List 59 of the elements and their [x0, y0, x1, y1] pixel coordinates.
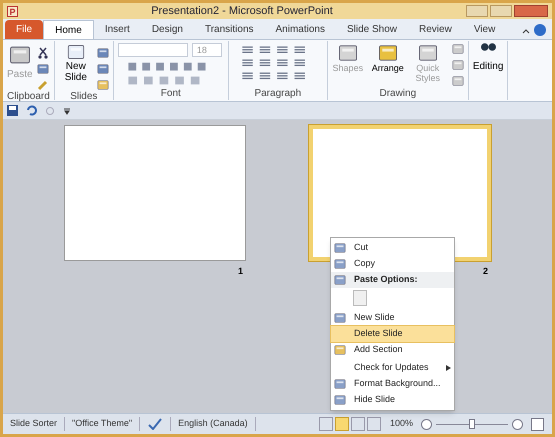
ribbon-tab[interactable]: Review — [408, 20, 463, 39]
theme-name: "Office Theme" — [65, 417, 140, 431]
menu-item[interactable]: Hide Slide — [331, 392, 454, 408]
zoom-in-button[interactable] — [512, 418, 523, 430]
undo-icon — [26, 105, 37, 116]
ribbon-tab[interactable]: Animations — [264, 20, 336, 39]
ribbon-tab[interactable]: File — [5, 20, 44, 39]
menu-header: Paste Options: — [331, 272, 454, 288]
ribbon-tab[interactable]: Slide Show — [336, 20, 408, 39]
menu-item[interactable]: Cut — [331, 240, 454, 256]
maximize-button[interactable] — [490, 5, 512, 17]
zoom-slider-thumb[interactable] — [469, 419, 475, 429]
brush-icon — [36, 79, 49, 91]
paste-option-button[interactable] — [353, 290, 367, 306]
binoculars-icon — [480, 43, 496, 51]
app-logo: P — [7, 6, 18, 16]
menu-item[interactable]: Delete Slide — [331, 326, 454, 342]
view-button[interactable] — [350, 417, 365, 431]
save-icon — [7, 105, 18, 116]
menu-item[interactable]: Copy — [331, 256, 454, 272]
close-button[interactable] — [514, 5, 548, 17]
window-title: Presentation2 - Microsoft PowerPoint — [150, 4, 334, 19]
group-label: Drawing — [378, 88, 418, 100]
slide-thumbnail[interactable] — [64, 125, 246, 261]
spelling-icon — [148, 418, 162, 430]
new-slide-button[interactable]: New Slide — [58, 61, 93, 83]
view-button[interactable] — [334, 417, 349, 431]
slide-number: 1 — [238, 265, 243, 278]
ribbon-tab[interactable]: Design — [140, 20, 194, 39]
zoom-out-button[interactable] — [421, 418, 432, 430]
group-label: Paragraph — [253, 88, 302, 100]
ribbon-tab[interactable]: Home — [43, 20, 94, 39]
view-button[interactable] — [366, 417, 381, 431]
help-icon — [534, 24, 546, 36]
fit-button[interactable] — [531, 418, 544, 430]
zoom-level: 100% — [390, 417, 413, 430]
view-name: Slide Sorter — [3, 417, 66, 431]
drawing-button[interactable]: Arrange — [372, 63, 404, 73]
menu-item[interactable]: Check for Updates — [331, 360, 454, 376]
font-name-field[interactable] — [118, 43, 188, 57]
minimize-button[interactable] — [466, 5, 488, 17]
ribbon-tab[interactable]: View — [462, 20, 506, 39]
menu-item[interactable]: Add Section — [331, 342, 454, 358]
zoom-slider[interactable] — [436, 418, 508, 430]
language: English (Canada) — [170, 417, 256, 431]
group-label: Slides — [69, 91, 98, 103]
group-label: Font — [160, 88, 182, 100]
submenu-arrow-icon — [446, 365, 451, 371]
collapse-icon — [522, 27, 530, 35]
redo-icon — [45, 106, 55, 116]
editing-button[interactable]: Editing — [472, 59, 504, 74]
ribbon-tab[interactable]: Insert — [94, 20, 141, 39]
menu-item[interactable]: Format Background... — [331, 376, 454, 392]
group-label: Clipboard — [7, 91, 50, 103]
slide-number: 2 — [482, 265, 488, 278]
customize-icon — [63, 106, 71, 114]
ribbon-tab[interactable]: Transitions — [194, 20, 265, 39]
view-button[interactable] — [318, 417, 333, 431]
menu-item[interactable]: New Slide — [331, 310, 454, 326]
